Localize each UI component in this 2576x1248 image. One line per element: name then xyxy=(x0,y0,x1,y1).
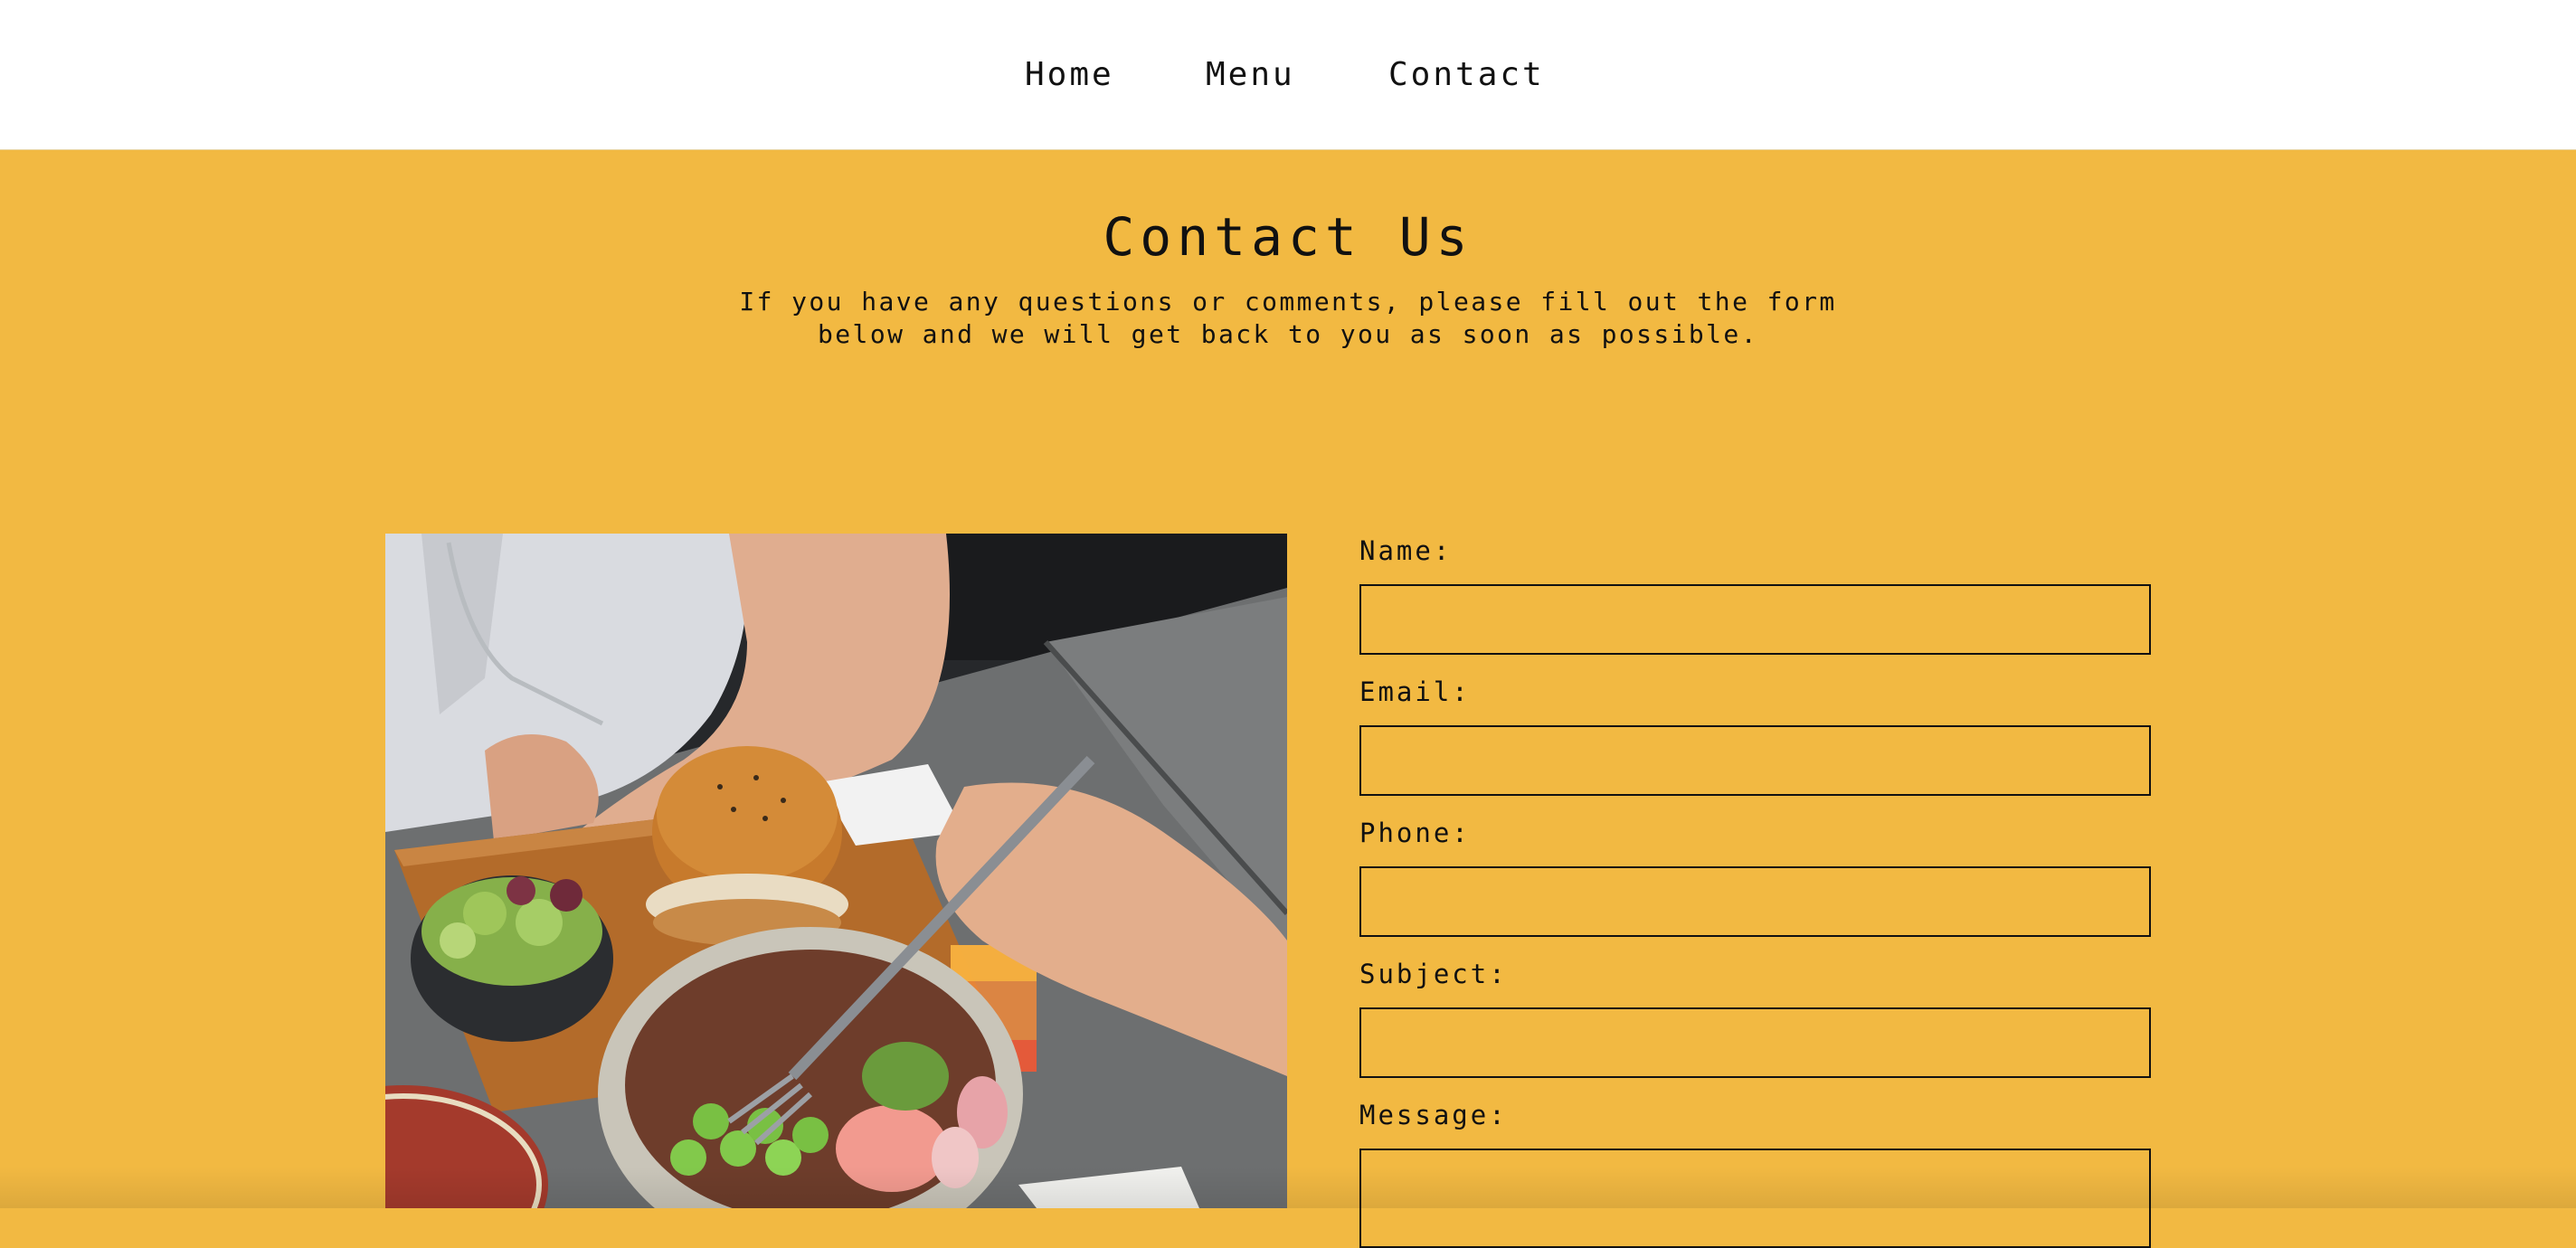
page-subtitle-line-2: below and we will get back to you as soo… xyxy=(818,319,1758,349)
name-label: Name: xyxy=(1359,535,1453,566)
phone-label: Phone: xyxy=(1359,818,1471,848)
nav-link-menu[interactable]: Menu xyxy=(1206,52,1305,98)
food-photo-illustration xyxy=(385,534,1287,1208)
page-title: Contact Us xyxy=(1103,206,1473,268)
phone-input[interactable] xyxy=(1359,866,2151,937)
subject-input[interactable] xyxy=(1359,1007,2151,1078)
message-label: Message: xyxy=(1359,1100,1508,1130)
page-subtitle: If you have any questions or comments, p… xyxy=(700,286,1876,351)
email-input[interactable] xyxy=(1359,725,2151,796)
nav-link-home[interactable]: Home xyxy=(1025,52,1124,98)
email-label: Email: xyxy=(1359,676,1471,707)
nav-link-contact[interactable]: Contact xyxy=(1388,52,1551,98)
top-nav: Home Menu Contact xyxy=(0,0,2576,150)
name-input[interactable] xyxy=(1359,584,2151,655)
page-subtitle-line-1: If you have any questions or comments, p… xyxy=(739,287,1837,317)
food-photo xyxy=(385,534,1287,1208)
subject-label: Subject: xyxy=(1359,959,1508,989)
message-textarea[interactable] xyxy=(1359,1149,2151,1248)
